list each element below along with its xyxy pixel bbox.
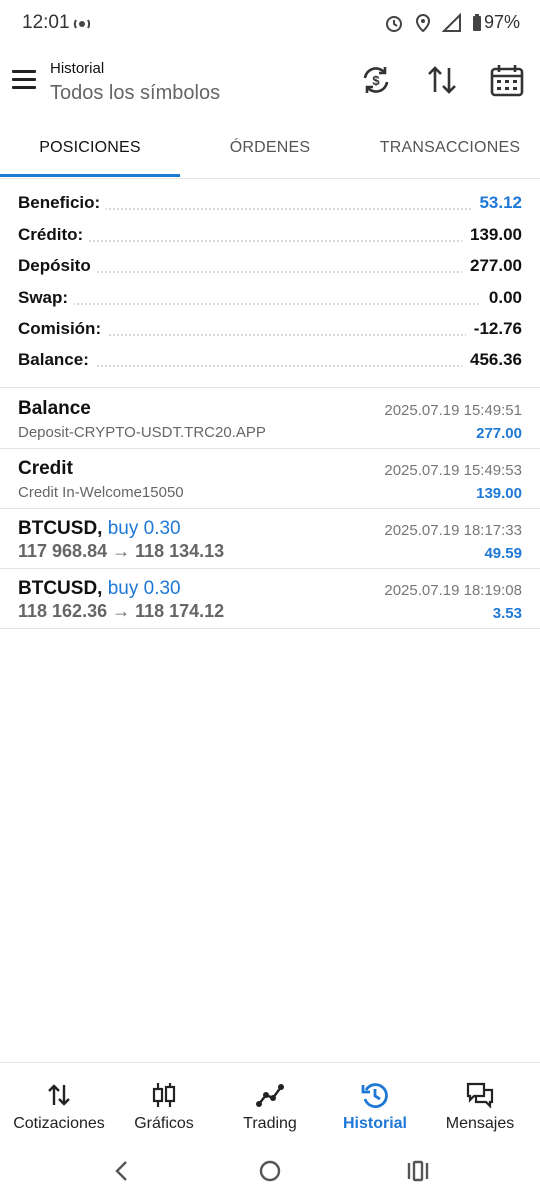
summary-label: Depósito — [18, 256, 97, 276]
candlestick-icon — [152, 1083, 176, 1107]
nav-label: Cotizaciones — [13, 1115, 105, 1132]
bottom-navigation: Cotizaciones Gráficos Trading Historial … — [0, 1062, 540, 1143]
summary-row-deposit: Depósito 277.00 — [18, 256, 522, 286]
alarm-icon — [385, 15, 402, 32]
entry-symbol: BTCUSD, — [18, 578, 103, 599]
symbol-filter[interactable]: Todos los símbolos — [50, 82, 220, 105]
entry-amount: 49.59 — [484, 545, 522, 562]
summary-row-credit: Crédito: 139.00 — [18, 225, 522, 255]
entry-symbol: Balance — [18, 398, 91, 419]
entry-time: 2025.07.19 18:17:33 — [384, 522, 522, 539]
active-tab-indicator — [0, 174, 180, 177]
summary-row-profit: Beneficio: 53.12 — [18, 193, 522, 223]
history-entry[interactable]: BTCUSD, buy 0.30 118 162.36 → 118 174.12… — [0, 570, 540, 630]
recent-apps-icon[interactable] — [403, 1158, 433, 1184]
status-time: 12:01 — [22, 12, 70, 33]
divider — [0, 387, 540, 388]
divider — [0, 568, 540, 569]
entry-amount: 277.00 — [476, 425, 522, 442]
battery-icon — [472, 13, 481, 31]
summary-value: 53.12 — [471, 193, 522, 213]
chat-icon — [466, 1082, 494, 1109]
page-subtitle: Historial — [50, 60, 105, 77]
tab-positions[interactable]: POSICIONES — [0, 120, 180, 176]
tab-deals[interactable]: TRANSACCIONES — [360, 120, 540, 176]
home-icon[interactable] — [255, 1158, 285, 1184]
calendar-icon[interactable] — [489, 62, 525, 98]
summary-value: 0.00 — [480, 288, 522, 308]
nav-messages[interactable]: Mensajes — [426, 1063, 534, 1143]
summary-value: 139.00 — [462, 225, 522, 245]
status-icons: 97% — [384, 12, 520, 33]
history-entry[interactable]: Balance Deposit-CRYPTO-USDT.TRC20.APP 20… — [0, 390, 540, 450]
summary-value: 277.00 — [462, 256, 522, 276]
summary-value: 456.36 — [462, 350, 522, 370]
entry-symbol: BTCUSD, — [18, 518, 103, 539]
history-entry[interactable]: Credit Credit In-Welcome15050 2025.07.19… — [0, 450, 540, 510]
entry-amount: 3.53 — [492, 605, 522, 622]
summary-label: Swap: — [18, 288, 75, 308]
nav-charts[interactable]: Gráficos — [110, 1063, 218, 1143]
tab-orders[interactable]: ÓRDENES — [180, 120, 360, 176]
system-navigation-bar — [0, 1142, 540, 1200]
entry-detail: Credit In-Welcome15050 — [18, 484, 184, 501]
summary-label: Comisión: — [18, 319, 108, 339]
history-entry[interactable]: BTCUSD, buy 0.30 117 968.84 → 118 134.13… — [0, 510, 540, 570]
currency-refresh-icon[interactable]: $ — [358, 62, 394, 98]
hotspot-icon — [73, 19, 91, 29]
trend-line-icon — [256, 1084, 284, 1107]
entry-amount: 139.00 — [476, 485, 522, 502]
nav-quotes[interactable]: Cotizaciones — [5, 1063, 113, 1143]
entry-prices: 118 162.36 → 118 174.12 — [18, 601, 225, 621]
entry-direction: buy 0.30 — [107, 578, 181, 599]
summary-value: -12.76 — [465, 319, 522, 339]
signal-icon — [441, 12, 461, 32]
menu-button[interactable] — [12, 70, 38, 92]
divider — [0, 508, 540, 509]
nav-trading[interactable]: Trading — [216, 1063, 324, 1143]
history-icon — [361, 1083, 388, 1108]
history-tabs: POSICIONES ÓRDENES TRANSACCIONES — [0, 120, 540, 179]
sort-icon[interactable] — [424, 62, 460, 98]
entry-time: 2025.07.19 18:19:08 — [384, 582, 522, 599]
divider — [0, 628, 540, 629]
svg-text:$: $ — [372, 73, 380, 88]
summary-row-commission: Comisión: -12.76 — [18, 319, 522, 349]
summary-row-swap: Swap: 0.00 — [18, 288, 522, 318]
arrows-up-down-icon — [48, 1084, 70, 1106]
nav-label: Gráficos — [134, 1115, 194, 1132]
entry-symbol: Credit — [18, 458, 73, 479]
entry-detail: Deposit-CRYPTO-USDT.TRC20.APP — [18, 424, 266, 441]
divider — [0, 448, 540, 449]
entry-direction: buy 0.30 — [107, 518, 181, 539]
nav-label: Mensajes — [445, 1115, 515, 1132]
nav-history[interactable]: Historial — [321, 1063, 429, 1143]
summary-label: Balance: — [18, 350, 95, 370]
back-icon[interactable] — [108, 1158, 138, 1184]
nav-label: Trading — [243, 1115, 297, 1132]
summary-label: Crédito: — [18, 225, 90, 245]
entry-time: 2025.07.19 15:49:51 — [384, 402, 522, 419]
location-icon — [415, 13, 430, 32]
nav-label: Historial — [342, 1115, 407, 1132]
battery-level: 97% — [483, 12, 520, 32]
summary-row-balance: Balance: 456.36 — [18, 350, 522, 380]
status-bar: 12:01 97% — [0, 0, 540, 46]
entry-time: 2025.07.19 15:49:53 — [384, 462, 522, 479]
summary-label: Beneficio: — [18, 193, 107, 213]
entry-prices: 117 968.84 → 118 134.13 — [18, 541, 225, 561]
